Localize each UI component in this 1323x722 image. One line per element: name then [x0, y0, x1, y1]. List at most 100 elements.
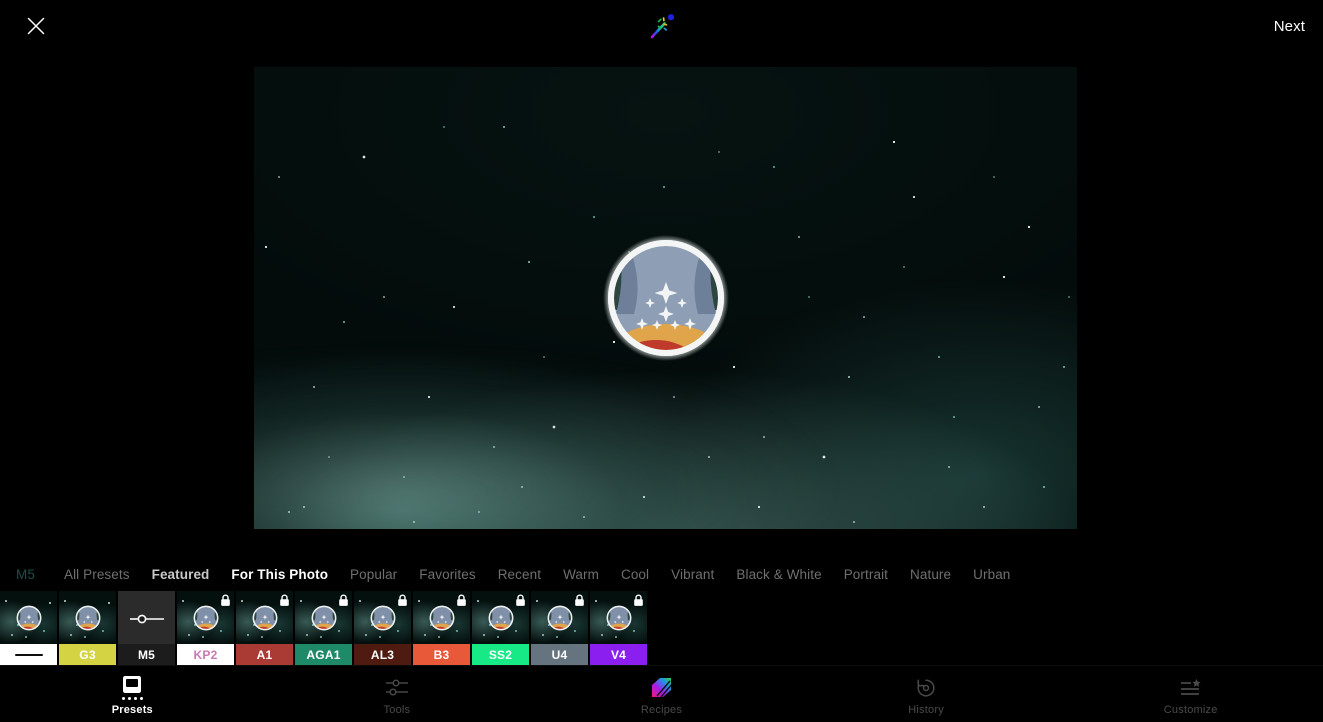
preset-thumbnail — [236, 591, 293, 644]
next-button[interactable]: Next — [1274, 0, 1305, 53]
preset-thumbnail — [354, 591, 411, 644]
circular-star-badge — [192, 604, 220, 632]
tab-m5[interactable]: M5 — [8, 559, 53, 591]
no-preset-dash-icon — [14, 653, 43, 656]
edited-photo[interactable] — [254, 67, 1077, 529]
preset-thumbnail — [472, 591, 529, 644]
preset-tile-m5[interactable]: M5 — [118, 591, 175, 665]
recipes-icon — [650, 675, 673, 700]
preset-label: AL3 — [354, 644, 411, 665]
sliders-icon — [129, 612, 164, 624]
lock-icon — [397, 594, 408, 607]
preset-label: M5 — [118, 644, 175, 665]
milky-way-haze — [254, 344, 847, 529]
preset-tile-u4[interactable]: U4 — [531, 591, 588, 665]
tab-label: M5 — [16, 567, 35, 582]
preset-label: V4 — [590, 644, 647, 665]
lock-icon — [338, 594, 349, 607]
photo-canvas[interactable] — [0, 53, 1323, 559]
nav-item-tools[interactable]: Tools — [265, 666, 530, 722]
tab-favorites[interactable]: Favorites — [408, 559, 486, 591]
circular-star-badge — [15, 604, 43, 632]
tab-label: All Presets — [63, 567, 130, 582]
magic-wand-icon[interactable] — [642, 9, 682, 45]
bottom-navigation[interactable]: Presets Tools Recipes History Customize — [0, 665, 1323, 722]
preset-thumbnail — [590, 591, 647, 644]
tab-label: Portrait — [843, 567, 889, 582]
preset-thumbnail — [0, 591, 57, 644]
tab-warm[interactable]: Warm — [552, 559, 610, 591]
preset-tile-ss2[interactable]: SS2 — [472, 591, 529, 665]
nav-item-label: Recipes — [640, 704, 683, 716]
preset-tile-original[interactable] — [0, 591, 57, 665]
next-label: Next — [1273, 18, 1305, 35]
tab-label: Favorites — [419, 567, 476, 582]
preset-tile-b3[interactable]: B3 — [413, 591, 470, 665]
preset-label: U4 — [531, 644, 588, 665]
preset-strip[interactable]: G3 M5 KP2 A1 AGA1 AL3 B3 SS2 U4 V4 — [0, 591, 1323, 665]
circular-star-badge — [546, 604, 574, 632]
nav-item-label: Customize — [1163, 704, 1218, 716]
circular-star-badge — [600, 232, 732, 364]
circular-star-badge — [251, 604, 279, 632]
nav-item-label: History — [908, 704, 944, 716]
tab-label: Nature — [910, 567, 952, 582]
tab-cool[interactable]: Cool — [610, 559, 660, 591]
circular-star-badge — [369, 604, 397, 632]
tab-label: Warm — [563, 567, 599, 582]
tab-label: Cool — [620, 567, 650, 582]
preset-label: SS2 — [472, 644, 529, 665]
tab-recent[interactable]: Recent — [487, 559, 552, 591]
preset-thumbnail — [59, 591, 116, 644]
preset-tile-g3[interactable]: G3 — [59, 591, 116, 665]
circular-star-badge — [605, 604, 633, 632]
circular-star-badge — [428, 604, 456, 632]
preset-thumbnail — [118, 591, 175, 644]
customize-icon — [1179, 675, 1202, 700]
tab-portrait[interactable]: Portrait — [833, 559, 899, 591]
tab-featured[interactable]: Featured — [141, 559, 221, 591]
circular-star-badge — [74, 604, 102, 632]
sliders-icon — [385, 675, 409, 700]
tab-label: Popular — [350, 567, 398, 582]
preset-thumbnail — [413, 591, 470, 644]
presets-icon — [121, 675, 143, 700]
photo-editor-app: Next M5 All Presets Featured For This Ph… — [0, 0, 1323, 722]
nav-item-label: Tools — [383, 704, 411, 716]
preset-label — [0, 644, 57, 665]
lock-icon — [574, 594, 585, 607]
preset-thumbnail — [177, 591, 234, 644]
preset-label: B3 — [413, 644, 470, 665]
preset-label: KP2 — [177, 644, 234, 665]
preset-category-tabs[interactable]: M5 All Presets Featured For This Photo Popul… — [0, 559, 1323, 591]
close-icon[interactable] — [22, 12, 50, 40]
nav-item-customize[interactable]: Customize — [1058, 666, 1323, 722]
circular-star-badge — [310, 604, 338, 632]
top-bar: Next — [0, 0, 1323, 53]
preset-tile-aga1[interactable]: AGA1 — [295, 591, 352, 665]
preset-thumbnail — [295, 591, 352, 644]
tab-urban[interactable]: Urban — [962, 559, 1021, 591]
preset-tile-al3[interactable]: AL3 — [354, 591, 411, 665]
tab-nature[interactable]: Nature — [899, 559, 962, 591]
nav-item-label: Presets — [111, 704, 153, 716]
lock-icon — [515, 594, 526, 607]
tab-black-white[interactable]: Black & White — [725, 559, 832, 591]
preset-tile-v4[interactable]: V4 — [590, 591, 647, 665]
tab-all-presets[interactable]: All Presets — [53, 559, 141, 591]
tab-for-this-photo[interactable]: For This Photo — [220, 559, 339, 591]
nav-item-recipes[interactable]: Recipes — [529, 666, 794, 722]
preset-tile-a1[interactable]: A1 — [236, 591, 293, 665]
tab-vibrant[interactable]: Vibrant — [660, 559, 725, 591]
preset-tile-kp2[interactable]: KP2 — [177, 591, 234, 665]
circular-star-badge — [487, 604, 515, 632]
tab-popular[interactable]: Popular — [339, 559, 408, 591]
tab-label: Urban — [973, 567, 1011, 582]
nav-item-presets[interactable]: Presets — [0, 666, 265, 722]
history-icon — [915, 675, 937, 700]
tab-label: Featured — [151, 567, 210, 582]
lock-icon — [279, 594, 290, 607]
preset-label: AGA1 — [295, 644, 352, 665]
nav-item-history[interactable]: History — [794, 666, 1059, 722]
tab-label: Recent — [497, 567, 542, 582]
